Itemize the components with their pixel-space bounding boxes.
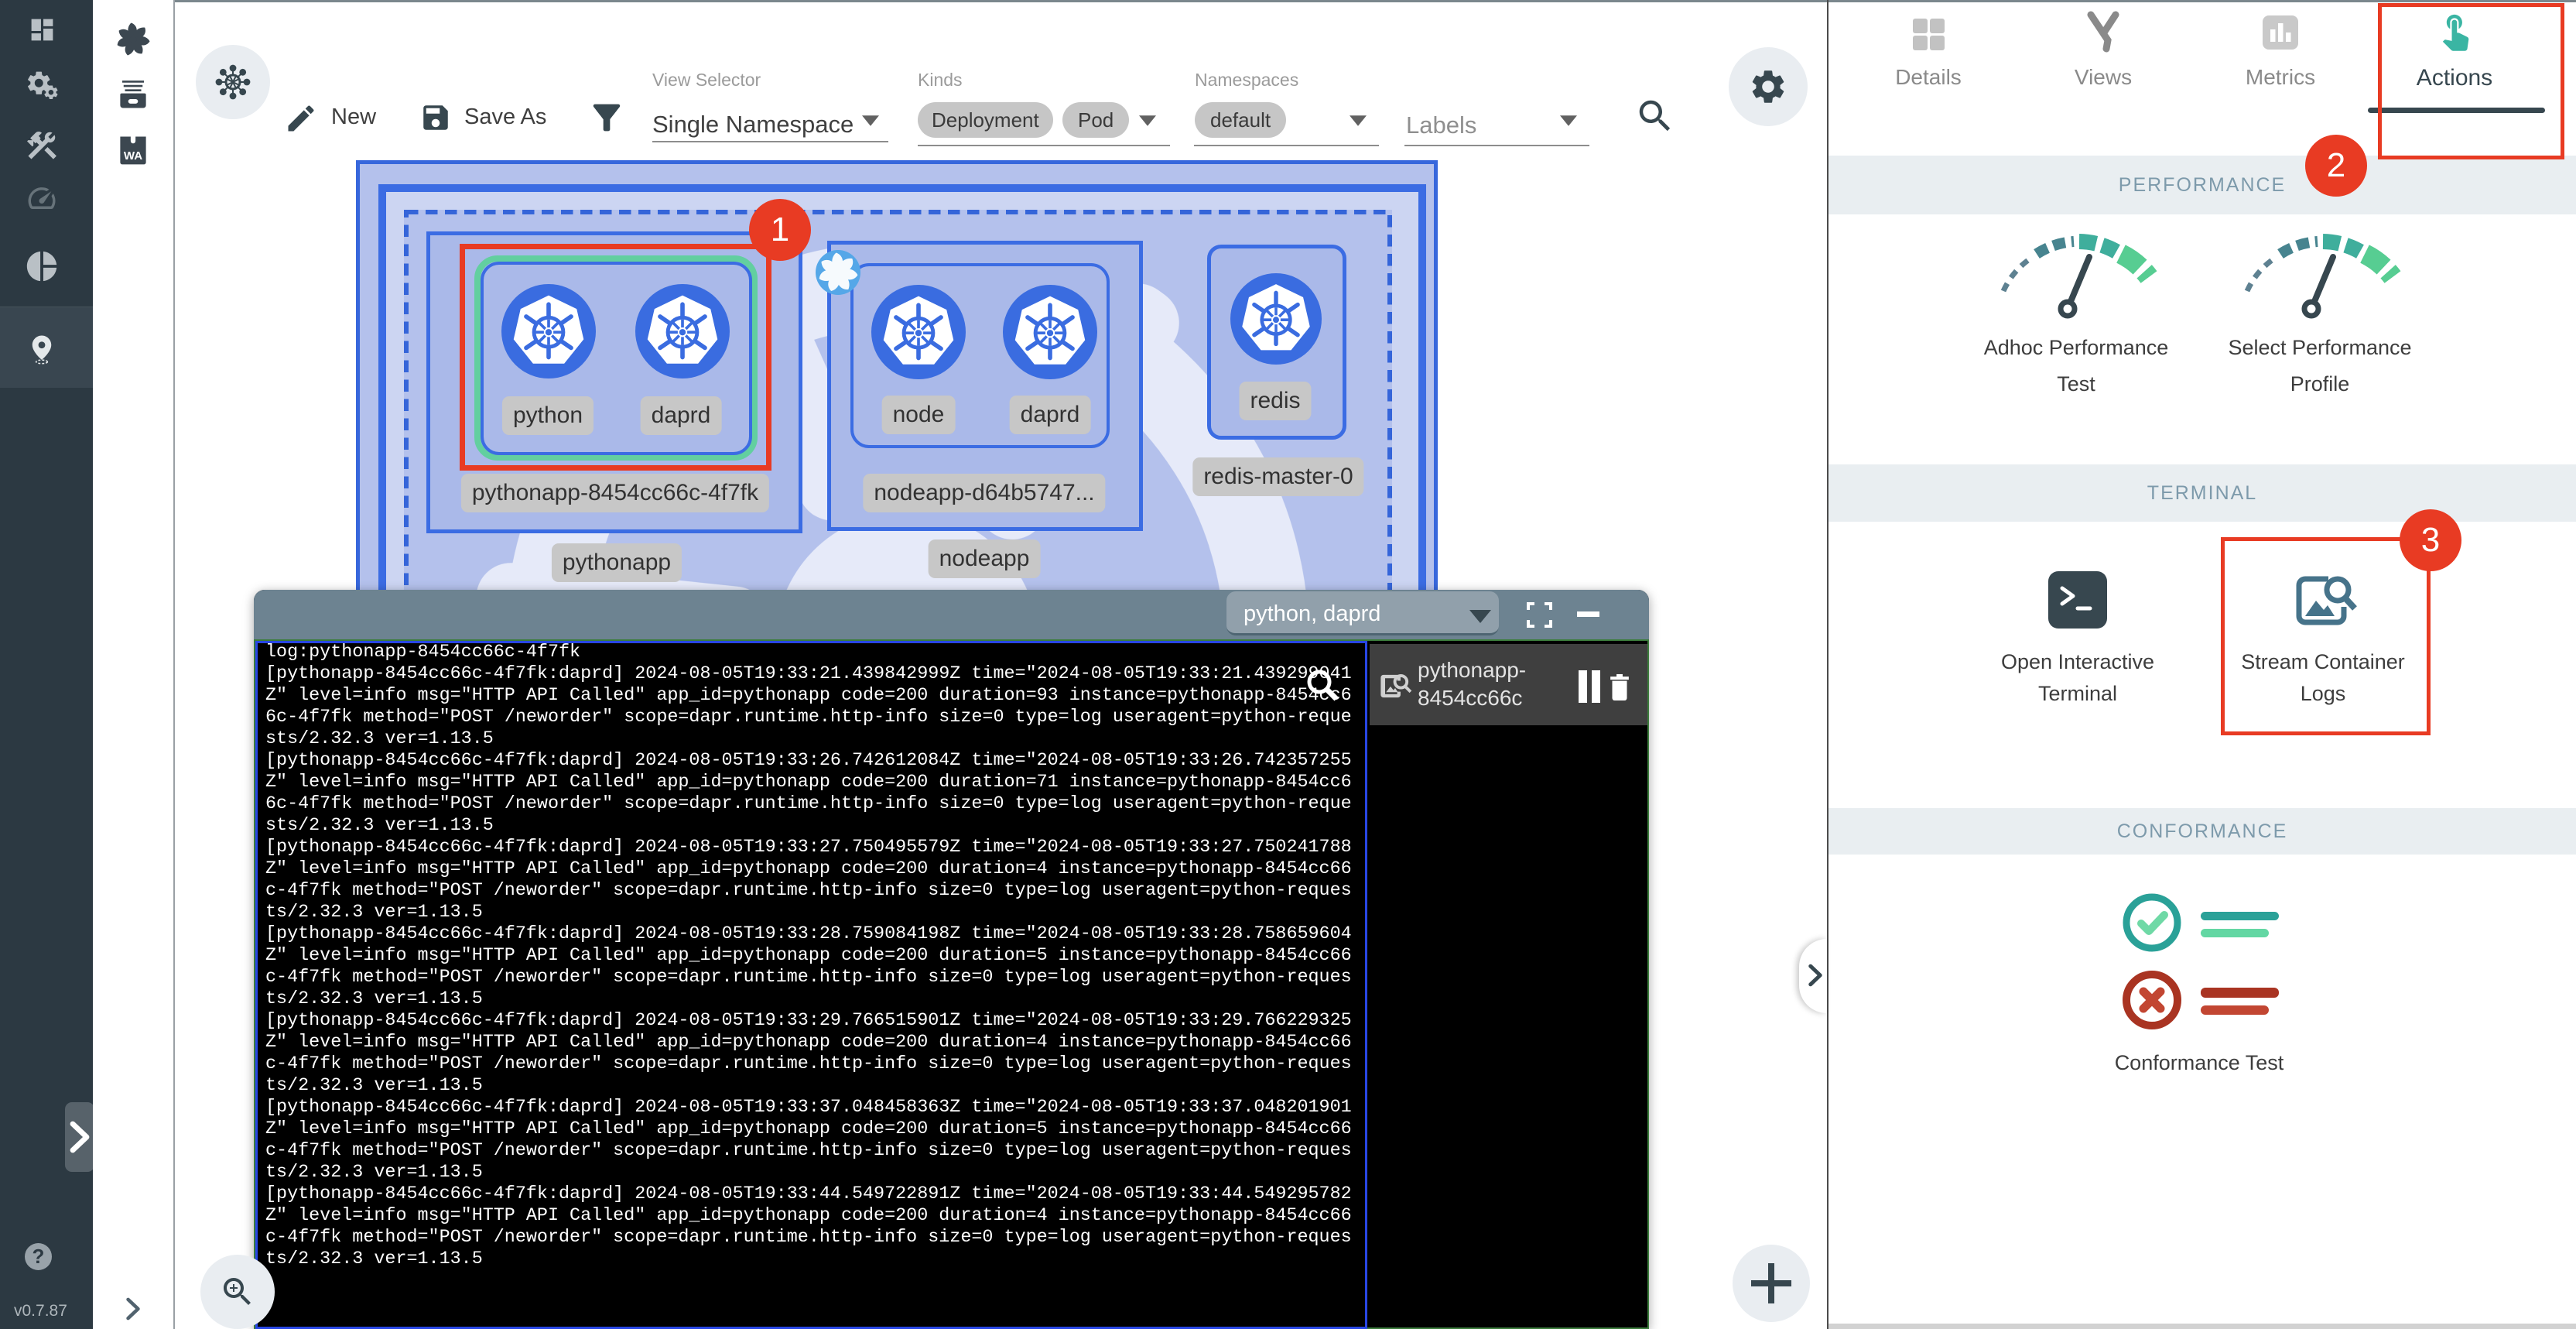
- svg-text:WA: WA: [124, 149, 142, 163]
